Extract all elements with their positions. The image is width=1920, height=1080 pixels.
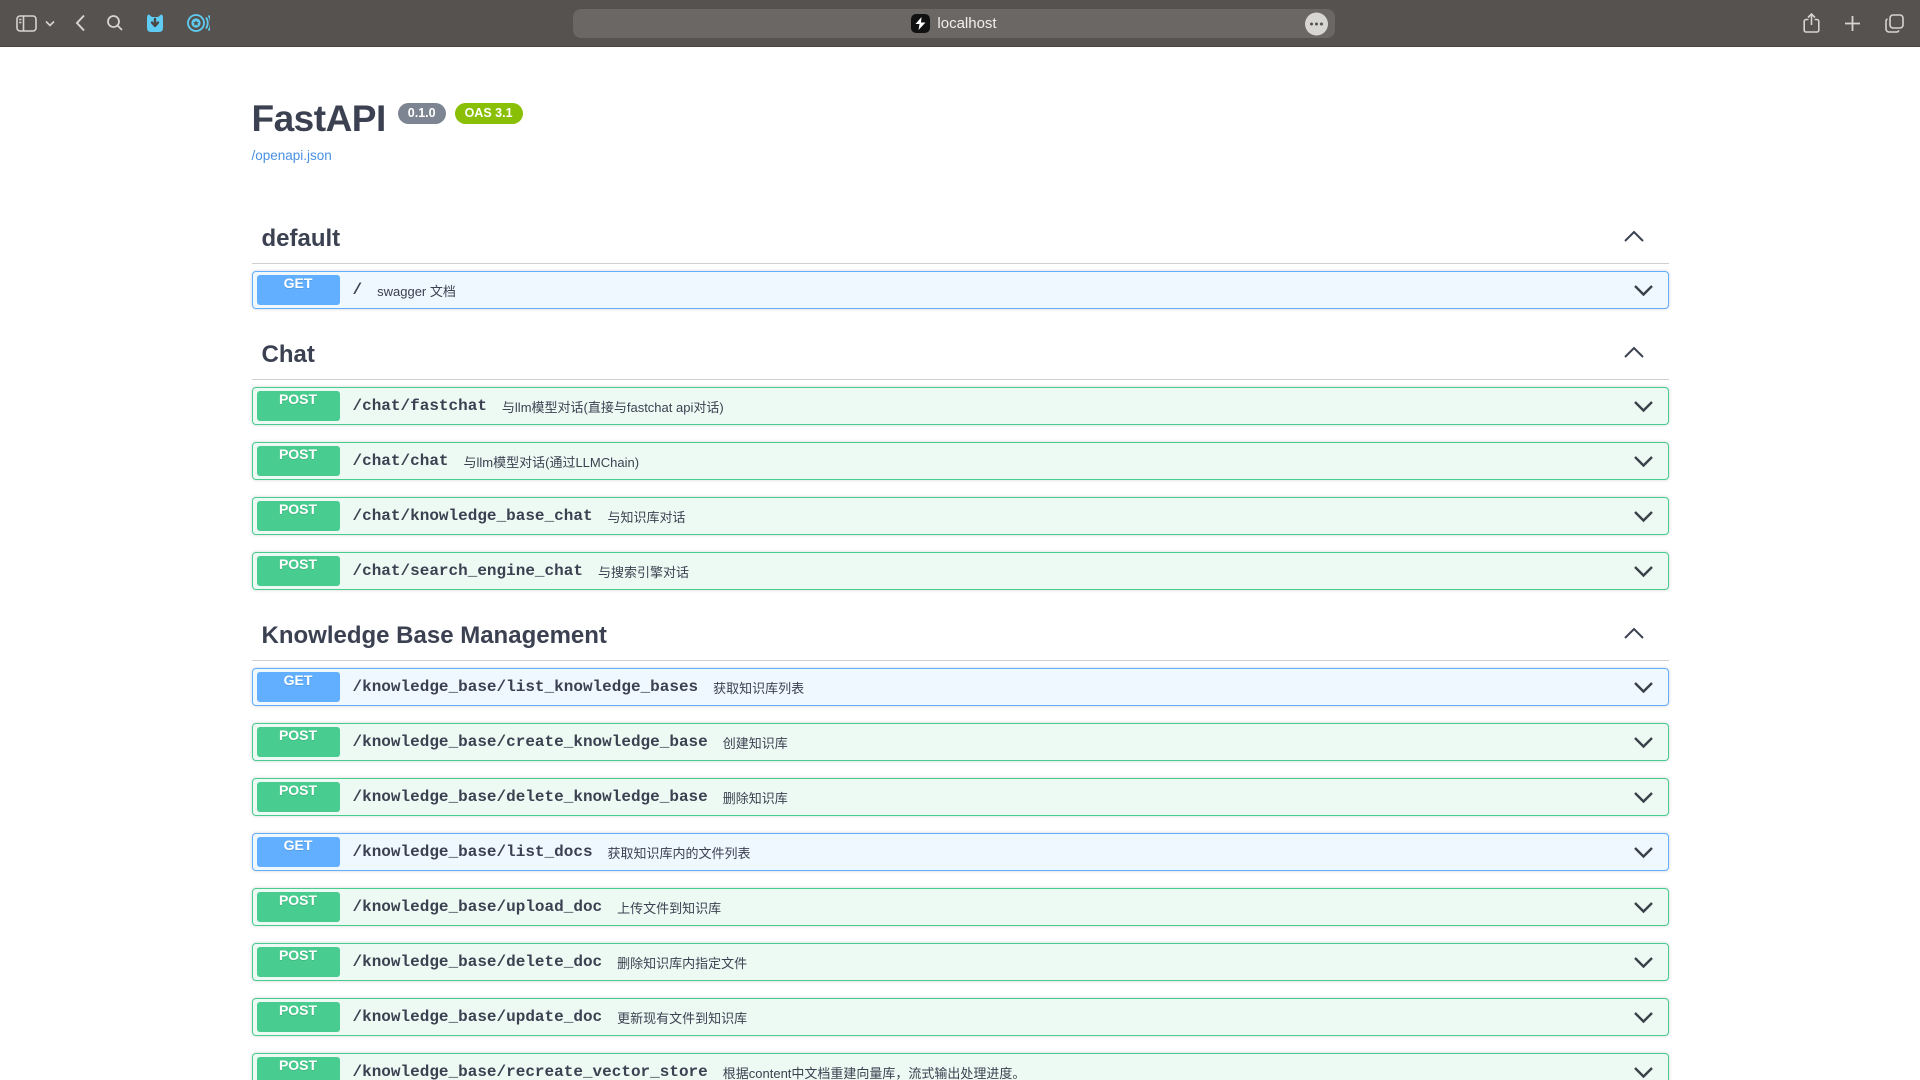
endpoint-summary: 删除知识库内指定文件 <box>617 953 747 972</box>
endpoint-row[interactable]: GET /knowledge_base/list_knowledge_bases… <box>252 668 1669 706</box>
endpoint-row[interactable]: POST /chat/chat 与llm模型对话(通过LLMChain) <box>252 442 1669 480</box>
method-badge: GET <box>257 837 340 867</box>
api-sections: default GET / swagger 文档 Chat <box>252 225 1669 1080</box>
expand-chevron-icon <box>1633 510 1654 523</box>
endpoint-path: / <box>353 281 363 299</box>
collapse-chevron-icon <box>1623 346 1645 364</box>
endpoint-path: /knowledge_base/update_doc <box>353 1008 603 1026</box>
method-badge: POST <box>257 391 340 421</box>
new-tab-button[interactable] <box>1844 15 1861 32</box>
expand-chevron-icon <box>1633 1011 1654 1024</box>
api-title: FastAPI <box>252 100 386 137</box>
expand-chevron-icon <box>1633 901 1654 914</box>
endpoint-row[interactable]: POST /knowledge_base/delete_doc 删除知识库内指定… <box>252 943 1669 981</box>
back-button[interactable] <box>75 14 86 32</box>
expand-chevron-icon <box>1633 956 1654 969</box>
api-section: default GET / swagger 文档 <box>252 225 1669 309</box>
section-title: Chat <box>262 341 315 369</box>
endpoint-row[interactable]: POST /knowledge_base/recreate_vector_sto… <box>252 1053 1669 1080</box>
endpoint-path: /knowledge_base/recreate_vector_store <box>353 1063 708 1080</box>
more-options-button[interactable] <box>1305 12 1328 35</box>
collapse-chevron-icon <box>1623 230 1645 248</box>
search-icon[interactable] <box>106 14 124 32</box>
sidebar-chevron-icon[interactable] <box>45 20 55 27</box>
endpoint-path: /knowledge_base/list_docs <box>353 843 593 861</box>
method-badge: GET <box>257 275 340 305</box>
url-text: localhost <box>937 15 996 32</box>
endpoint-path: /knowledge_base/upload_doc <box>353 898 603 916</box>
collapse-chevron-icon <box>1623 627 1645 645</box>
expand-chevron-icon <box>1633 455 1654 468</box>
endpoint-summary: 与知识库对话 <box>608 507 686 526</box>
endpoint-row[interactable]: POST /knowledge_base/delete_knowledge_ba… <box>252 778 1669 816</box>
endpoint-row[interactable]: POST /knowledge_base/update_doc 更新现有文件到知… <box>252 998 1669 1036</box>
oas-badge: OAS 3.1 <box>455 103 523 124</box>
method-badge: GET <box>257 672 340 702</box>
address-bar[interactable]: localhost <box>573 9 1335 38</box>
endpoint-summary: 与llm模型对话(通过LLMChain) <box>464 452 640 471</box>
endpoint-path: /chat/knowledge_base_chat <box>353 507 593 525</box>
endpoint-summary: 与搜索引擎对话 <box>598 562 689 581</box>
endpoint-summary: swagger 文档 <box>377 281 456 300</box>
method-badge: POST <box>257 947 340 977</box>
version-badge: 0.1.0 <box>398 103 446 124</box>
expand-chevron-icon <box>1633 681 1654 694</box>
extension-radar-icon[interactable] <box>186 12 210 34</box>
site-favicon-icon <box>911 14 930 33</box>
section-title: default <box>262 225 341 253</box>
endpoint-summary: 创建知识库 <box>723 733 788 752</box>
method-badge: POST <box>257 782 340 812</box>
share-button[interactable] <box>1803 13 1820 34</box>
expand-chevron-icon <box>1633 736 1654 749</box>
endpoint-summary: 与llm模型对话(直接与fastchat api对话) <box>502 397 724 416</box>
endpoint-path: /knowledge_base/create_knowledge_base <box>353 733 708 751</box>
method-badge: POST <box>257 501 340 531</box>
expand-chevron-icon <box>1633 846 1654 859</box>
expand-chevron-icon <box>1633 400 1654 413</box>
section-header[interactable]: Knowledge Base Management <box>252 622 1669 661</box>
extension-translate-icon[interactable] <box>144 12 166 34</box>
expand-chevron-icon <box>1633 791 1654 804</box>
method-badge: POST <box>257 446 340 476</box>
browser-toolbar: localhost <box>0 0 1920 47</box>
method-badge: POST <box>257 1057 340 1080</box>
openapi-json-link[interactable]: /openapi.json <box>252 148 332 163</box>
method-badge: POST <box>257 727 340 757</box>
endpoint-summary: 更新现有文件到知识库 <box>617 1008 747 1027</box>
method-badge: POST <box>257 556 340 586</box>
endpoint-path: /chat/search_engine_chat <box>353 562 583 580</box>
endpoint-path: /knowledge_base/delete_knowledge_base <box>353 788 708 806</box>
expand-chevron-icon <box>1633 1066 1654 1079</box>
endpoint-row[interactable]: POST /knowledge_base/upload_doc 上传文件到知识库 <box>252 888 1669 926</box>
endpoint-summary: 根据content中文档重建向量库，流式输出处理进度。 <box>723 1063 1026 1080</box>
api-section: Knowledge Base Management GET /knowledge… <box>252 622 1669 1080</box>
method-badge: POST <box>257 892 340 922</box>
endpoint-row[interactable]: POST /chat/fastchat 与llm模型对话(直接与fastchat… <box>252 387 1669 425</box>
endpoint-summary: 上传文件到知识库 <box>617 898 721 917</box>
endpoint-path: /knowledge_base/list_knowledge_bases <box>353 678 699 696</box>
section-title: Knowledge Base Management <box>262 622 607 650</box>
endpoint-row[interactable]: POST /chat/knowledge_base_chat 与知识库对话 <box>252 497 1669 535</box>
tab-overview-button[interactable] <box>1885 14 1904 33</box>
endpoint-row[interactable]: GET / swagger 文档 <box>252 271 1669 309</box>
endpoint-summary: 删除知识库 <box>723 788 788 807</box>
endpoint-row[interactable]: POST /chat/search_engine_chat 与搜索引擎对话 <box>252 552 1669 590</box>
endpoint-row[interactable]: GET /knowledge_base/list_docs 获取知识库内的文件列… <box>252 833 1669 871</box>
expand-chevron-icon <box>1633 565 1654 578</box>
swagger-page: FastAPI 0.1.0 OAS 3.1 /openapi.json defa… <box>0 47 1920 1080</box>
expand-chevron-icon <box>1633 284 1654 297</box>
section-header[interactable]: Chat <box>252 341 1669 380</box>
api-section: Chat POST /chat/fastchat 与llm模型对话(直接与fas… <box>252 341 1669 590</box>
endpoint-path: /knowledge_base/delete_doc <box>353 953 603 971</box>
sidebar-toggle-button[interactable] <box>16 15 37 32</box>
endpoint-path: /chat/chat <box>353 452 449 470</box>
endpoint-summary: 获取知识库内的文件列表 <box>608 843 751 862</box>
section-header[interactable]: default <box>252 225 1669 264</box>
endpoint-path: /chat/fastchat <box>353 397 487 415</box>
endpoint-row[interactable]: POST /knowledge_base/create_knowledge_ba… <box>252 723 1669 761</box>
method-badge: POST <box>257 1002 340 1032</box>
endpoint-summary: 获取知识库列表 <box>713 678 804 697</box>
